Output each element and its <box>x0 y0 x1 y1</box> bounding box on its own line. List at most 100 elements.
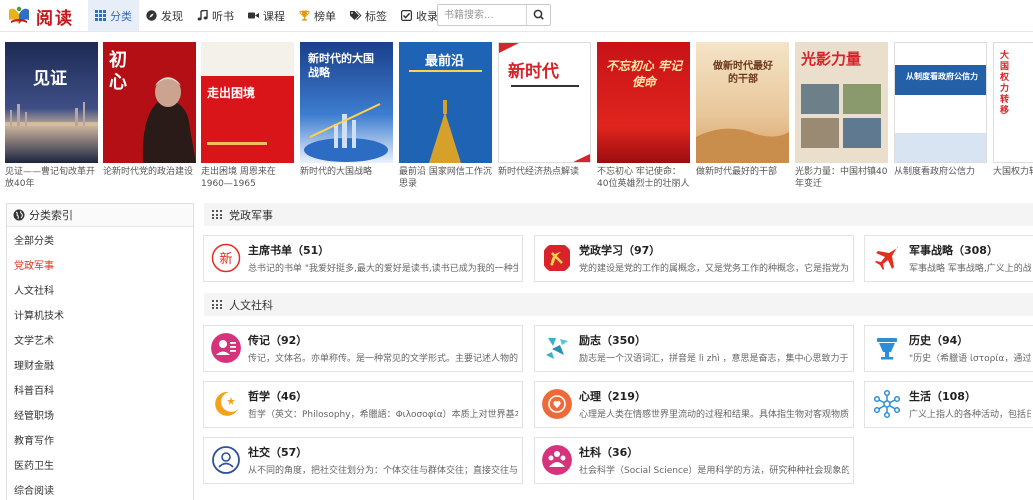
nav-tab-audiobook[interactable]: 听书 <box>190 0 241 31</box>
book-title[interactable]: 新时代的大国战略 <box>300 166 393 190</box>
category-card[interactable]: 生活（108） 广义上指人的各种活动，包括日常生活 <box>864 381 1033 428</box>
book-title[interactable]: 做新时代最好的干部 <box>696 166 789 190</box>
check-square-icon <box>401 10 413 22</box>
philosophy-icon <box>211 389 241 419</box>
book-item[interactable]: 不忘初心 牢记使命 不忘初心 牢记使命：40位英雄烈士的壮丽人生 <box>597 42 690 190</box>
card-desc: 社会科学（Social Science）是用科学的方法，研究种种社会现象的各学科… <box>579 466 849 476</box>
book-cover-title: 新时代的大国战略 <box>308 52 374 79</box>
book-item[interactable]: 见证 见证——曹记旬改革开放40年 <box>5 42 98 190</box>
book-title[interactable]: 最前沿 国家网信工作沉思录 <box>399 166 492 190</box>
search-input[interactable] <box>438 5 526 25</box>
category-card[interactable]: 励志（350） 励志是一个汉语词汇，拼音是 lì zhì ，意思是奋志，集中心思… <box>534 325 854 372</box>
book-title[interactable]: 大国权力转移 <box>993 166 1033 190</box>
sidebar-item-science[interactable]: 科普百科 <box>7 377 193 402</box>
sidebar-item-computer[interactable]: 计算机技术 <box>7 302 193 327</box>
category-card[interactable]: 军事战略（308） 军事战略 军事战略,广义上的战略泛指对战争全局的筹划和指导 <box>864 235 1033 282</box>
book-item[interactable]: 新时代 新时代经济热点解读 <box>498 42 591 190</box>
sidebar-item-business[interactable]: 经管职场 <box>7 402 193 427</box>
card-title: 军事战略（308） <box>909 242 998 258</box>
book-cover[interactable]: 大国权力转移 <box>993 42 1033 163</box>
card-count: （219） <box>601 390 646 403</box>
site-logo[interactable]: 阅读 <box>6 3 74 29</box>
card-title: 励志（350） <box>579 332 646 348</box>
book-title[interactable]: 新时代经济热点解读 <box>498 166 591 190</box>
sidebar-item-medical[interactable]: 医药卫生 <box>7 452 193 477</box>
category-card[interactable]: 心理（219） 心理是人类在情感世界里流动的过程和结果。具体指生物对客观物质世界… <box>534 381 854 428</box>
book-cover-title: 走出困境 <box>207 86 256 100</box>
category-card[interactable]: 社交（57） 从不同的角度，把社交往划分为：个体交往与群体交往；直接交往与间接交… <box>203 437 523 484</box>
card-name: 传记 <box>248 334 270 347</box>
book-item[interactable]: 做新时代最好的干部 做新时代最好的干部 <box>696 42 789 190</box>
card-desc: 党的建设是党的工作的属概念，又是党务工作的种概念，它是指党为保持自己的性质 <box>579 264 849 274</box>
search-button[interactable] <box>526 5 550 25</box>
book-item[interactable]: 最前沿 最前沿 国家网信工作沉思录 <box>399 42 492 190</box>
card-count: （108） <box>931 390 976 403</box>
card-title: 党政学习（97） <box>579 242 660 258</box>
book-cover[interactable]: 见证 <box>5 42 98 163</box>
card-name: 军事战略 <box>909 244 953 257</box>
search-icon <box>533 9 544 20</box>
book-item[interactable]: 大国权力转移 大国权力转移 <box>993 42 1033 190</box>
category-card[interactable]: 党政学习（97） 党的建设是党的工作的属概念，又是党务工作的种概念，它是指党为保… <box>534 235 854 282</box>
book-cover[interactable]: 新时代的大国战略 <box>300 42 393 163</box>
book-cover[interactable]: 从制度看政府公信力 <box>894 42 987 163</box>
category-card[interactable]: 传记（92） 传记，文体名。亦单称传。是一种常见的文学形式。主要记述人物的生平事… <box>203 325 523 372</box>
sidebar-item-politics-military[interactable]: 党政军事 <box>7 252 193 277</box>
card-desc: 从不同的角度，把社交往划分为：个体交往与群体交往；直接交往与间接交往 <box>248 466 518 476</box>
category-card[interactable]: 历史（94） "历史（希臘语 ἱστορία，通过调查获得的知识）" <box>864 325 1033 372</box>
card-count: （350） <box>601 334 646 347</box>
nav-label: 收录 <box>416 9 438 23</box>
book-cover[interactable]: 新时代 <box>498 42 591 163</box>
sidebar-item-humanities[interactable]: 人文社科 <box>7 277 193 302</box>
book-title[interactable]: 走出困境 周恩来在 1960—1965 <box>201 166 294 190</box>
section-header: 党政军事 <box>204 203 1033 226</box>
book-title[interactable]: 光影力量：中国村镇40年变迁 <box>795 166 888 190</box>
sidebar-item-all[interactable]: 全部分类 <box>7 227 193 252</box>
book-cover[interactable]: 光影力量 <box>795 42 888 163</box>
featured-books: 见证 见证——曹记旬改革开放40年 初心 论新时代党的政治建设 走出困境 走出困… <box>0 42 1033 192</box>
book-item[interactable]: 走出困境 走出困境 周恩来在 1960—1965 <box>201 42 294 190</box>
card-desc: 心理是人类在情感世界里流动的过程和结果。具体指生物对客观物质世界的主观反映 <box>579 410 849 420</box>
nav-tab-category[interactable]: 分类 <box>88 0 139 31</box>
nav-tab-course[interactable]: 课程 <box>241 0 292 31</box>
sidebar-item-literature-art[interactable]: 文学艺术 <box>7 327 193 352</box>
card-name: 生活 <box>909 390 931 403</box>
book-item[interactable]: 光影力量 光影力量：中国村镇40年变迁 <box>795 42 888 190</box>
nav-tab-tags[interactable]: 标签 <box>343 0 394 31</box>
music-icon <box>197 9 208 21</box>
sidebar-item-education[interactable]: 教育写作 <box>7 427 193 452</box>
book-cover[interactable]: 初心 <box>103 42 196 163</box>
book-item[interactable]: 从制度看政府公信力 从制度看政府公信力 <box>894 42 987 190</box>
category-card[interactable]: 社科（36） 社会科学（Social Science）是用科学的方法，研究种种社… <box>534 437 854 484</box>
xin-badge-icon: 新 <box>211 243 241 273</box>
book-item[interactable]: 新时代的大国战略 新时代的大国战略 <box>300 42 393 190</box>
sidebar-item-finance[interactable]: 理财金融 <box>7 352 193 377</box>
book-item[interactable]: 初心 论新时代党的政治建设 <box>103 42 196 190</box>
nav-tab-discover[interactable]: 发现 <box>139 0 190 31</box>
book-cover[interactable]: 最前沿 <box>399 42 492 163</box>
book-cover[interactable]: 走出困境 <box>201 42 294 163</box>
book-cover[interactable]: 不忘初心 牢记使命 <box>597 42 690 163</box>
trophy-icon <box>299 10 310 21</box>
book-title[interactable]: 从制度看政府公信力 <box>894 166 987 190</box>
card-name: 心理 <box>579 390 601 403</box>
tags-icon <box>350 10 362 21</box>
book-title[interactable]: 见证——曹记旬改革开放40年 <box>5 166 98 190</box>
book-cover-title: 从制度看政府公信力 <box>906 72 978 81</box>
category-card[interactable]: 新 主席书单（51） 总书记的书单 "我爱好挺多,最大的爱好是读书,读书已成为我… <box>203 235 523 282</box>
category-card[interactable]: 哲学（46） 哲学（英文：Philosophy，希臘語：Φιλοσοφία）本质… <box>203 381 523 428</box>
card-count: （308） <box>953 244 998 257</box>
book-title[interactable]: 不忘初心 牢记使命：40位英雄烈士的壮丽人生 <box>597 166 690 190</box>
social-science-icon <box>542 445 572 475</box>
social-icon <box>211 445 241 475</box>
book-cover-title: 做新时代最好的干部 <box>713 61 773 85</box>
card-count: （97） <box>623 244 661 257</box>
search-box <box>437 4 551 26</box>
book-cover[interactable]: 做新时代最好的干部 <box>696 42 789 163</box>
card-desc: 广义上指人的各种活动，包括日常生活 <box>909 410 1031 420</box>
sidebar-item-general[interactable]: 综合阅读 <box>7 477 193 500</box>
book-title[interactable]: 论新时代党的政治建设 <box>103 166 196 190</box>
logo-book-icon <box>6 4 32 28</box>
card-name: 历史 <box>909 334 931 347</box>
nav-tab-ranking[interactable]: 榜单 <box>292 0 343 31</box>
